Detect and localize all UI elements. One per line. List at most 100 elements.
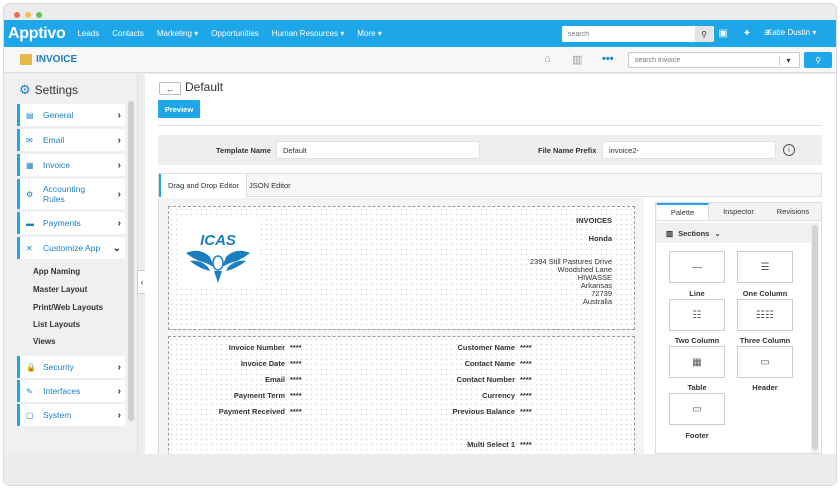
system-icon: ▢ [26, 410, 34, 420]
global-search-input[interactable] [562, 30, 695, 38]
sidebar-scrollbar-thumb[interactable] [128, 101, 134, 421]
tile-header[interactable]: ▭ [737, 346, 793, 378]
settings-title: ⚙ Settings [19, 82, 78, 98]
sidebar-item-invoice[interactable]: ▦ Invoice › [17, 154, 125, 176]
nav-opportunities[interactable]: Opportunities [211, 29, 259, 38]
reports-icon[interactable]: ▥ [572, 53, 582, 66]
fields-section[interactable]: Invoice Number **** Invoice Date **** Em… [168, 336, 635, 454]
header-section[interactable]: ICAS INVOICES Honda 2394 Still Pastures … [168, 206, 635, 330]
divider [158, 125, 822, 126]
sidebar-item-general[interactable]: ▤ General › [17, 104, 125, 126]
field-value: **** [520, 343, 532, 352]
invoice-search: ▾ [628, 52, 800, 68]
sidebar-item-label: General [43, 110, 74, 120]
sidebar-item-email[interactable]: ✉ Email › [17, 129, 125, 151]
app-title[interactable]: INVOICE [20, 54, 77, 65]
header-icon: ▭ [760, 356, 770, 368]
tile-footer[interactable]: ▭ [669, 393, 725, 425]
palette-tabs: Palette Inspector Revisions [656, 203, 821, 221]
top-navigation: Apptivo Leads Contacts Marketing ▾ Oppor… [4, 20, 836, 47]
email-icon: ✉ [26, 135, 33, 145]
user-menu[interactable]: Katie Dustin ▾ [767, 28, 816, 37]
app-header-bar: INVOICE ⌂ ▥ ••• ▾ ⚲ [4, 47, 836, 73]
sidebar-subitem-print-web-layouts[interactable]: Print/Web Layouts [33, 303, 103, 312]
search-icon[interactable]: ⚲ [804, 52, 832, 68]
sidebar-item-label: Customize App [43, 243, 101, 253]
field-label: Contact Number [456, 375, 515, 384]
tab-revisions[interactable]: Revisions [766, 203, 820, 220]
tab-inspector[interactable]: Inspector [711, 203, 766, 220]
tile-two-column[interactable]: ☷ [669, 299, 725, 331]
field-label: Email [264, 375, 285, 384]
file-name-prefix-field[interactable]: invoice2- [602, 141, 776, 159]
customize-app-icon: ✕ [26, 243, 33, 253]
nav-contacts[interactable]: Contacts [112, 29, 144, 38]
company-name: Honda [588, 234, 612, 243]
notification-icon[interactable]: ✦ [740, 26, 754, 40]
maximize-dot[interactable] [36, 12, 42, 18]
palette-scrollbar-thumb[interactable] [812, 225, 818, 450]
sidebar-item-security[interactable]: 🔒 Security › [17, 356, 125, 378]
invoice-search-input[interactable] [629, 56, 779, 64]
more-options-icon[interactable]: ••• [602, 53, 614, 65]
field-label: Currency [482, 391, 515, 400]
sidebar-item-label: Email [43, 135, 65, 145]
field-label: Payment Term [233, 391, 285, 400]
settings-title-label: Settings [34, 83, 79, 97]
tile-line[interactable]: — [669, 251, 725, 283]
chevron-right-icon: › [117, 109, 121, 121]
tile-table[interactable]: ▦ [669, 346, 725, 378]
app-logo[interactable]: Apptivo [8, 25, 66, 43]
minimize-dot[interactable] [25, 12, 31, 18]
chevron-right-icon: › [117, 159, 121, 171]
main-content: ← Default Preview Template Name Default … [145, 74, 836, 454]
store-icon[interactable]: ▣ [716, 26, 730, 40]
accounting-rules-icon: ⚙ [26, 189, 34, 199]
chevron-down-icon[interactable]: ▾ [779, 55, 797, 65]
sidebar-item-label: Invoice [43, 160, 70, 170]
field-label: Invoice Number [228, 343, 285, 352]
nav-leads[interactable]: Leads [77, 29, 99, 38]
tile-three-column-label: Three Column [739, 336, 791, 345]
tab-palette[interactable]: Palette [657, 203, 709, 220]
invoice-app-icon [20, 54, 32, 65]
field-value: **** [290, 359, 302, 368]
info-icon[interactable]: i [783, 144, 795, 156]
palette-scrollbar[interactable] [811, 223, 819, 453]
sections-dropdown[interactable]: ▥ Sections ⌄ [656, 223, 811, 243]
one-column-icon: ☰ [760, 261, 770, 273]
lock-icon: 🔒 [26, 362, 36, 372]
tile-one-column[interactable]: ☰ [737, 251, 793, 283]
tile-header-label: Header [752, 383, 778, 392]
tab-drag-and-drop-editor[interactable]: Drag and Drop Editor [159, 174, 247, 197]
search-icon[interactable]: ⚲ [695, 26, 713, 42]
sidebar-item-interfaces[interactable]: ✎ Interfaces › [17, 380, 125, 402]
sidebar-item-accounting-rules[interactable]: ⚙ Accounting Rules › [17, 179, 125, 209]
sidebar-item-system[interactable]: ▢ System › [17, 404, 125, 426]
tab-json-editor[interactable]: JSON Editor [242, 174, 298, 197]
sidebar-subitem-app-naming[interactable]: App Naming [33, 267, 80, 276]
preview-button[interactable]: Preview [158, 100, 200, 118]
nav-human-resources[interactable]: Human Resources ▾ [272, 29, 345, 38]
sidebar-subitem-views[interactable]: Views [33, 337, 56, 346]
nav-marketing[interactable]: Marketing ▾ [157, 29, 198, 38]
tile-two-column-label: Two Column [674, 336, 720, 345]
page-bottom-area [4, 455, 836, 485]
field-value: **** [290, 375, 302, 384]
tile-three-column[interactable]: ☷☷ [737, 299, 793, 331]
nav-more[interactable]: More ▾ [357, 29, 381, 38]
sidebar-scrollbar[interactable] [128, 101, 134, 421]
sidebar-item-customize-app[interactable]: ✕ Customize App ⌄ [17, 237, 125, 259]
home-icon[interactable]: ⌂ [544, 53, 551, 65]
back-button[interactable]: ← [159, 82, 181, 95]
company-logo[interactable]: ICAS [178, 217, 258, 287]
sidebar-item-payments[interactable]: ▬ Payments › [17, 212, 125, 234]
template-name-field[interactable]: Default [276, 141, 480, 159]
sidebar-item-label: System [43, 410, 72, 420]
sidebar-subitem-list-layouts[interactable]: List Layouts [33, 320, 80, 329]
sidebar-subitem-master-layout[interactable]: Master Layout [33, 285, 87, 294]
sections-icon: ▥ [666, 228, 674, 238]
gear-icon: ⚙ [19, 82, 31, 97]
close-dot[interactable] [14, 12, 20, 18]
footer-icon: ▭ [692, 403, 702, 415]
